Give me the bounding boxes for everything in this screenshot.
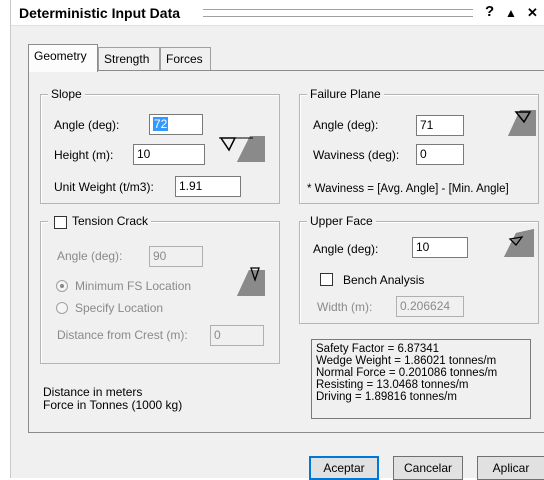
tension-distance-label: Distance from Crest (m):	[57, 328, 188, 342]
units-note: Distance in meters Force in Tonnes (1000…	[43, 386, 182, 412]
failure-plane-diagram-icon	[490, 110, 536, 136]
results-box: Safety Factor = 6.87341 Wedge Weight = 1…	[311, 339, 531, 419]
result-wedge-weight: Wedge Weight = 1.86021 tonnes/m	[316, 355, 497, 367]
bench-width-input[interactable]: 0.206624	[396, 296, 464, 317]
units-note-force: Force in Tonnes (1000 kg)	[43, 398, 183, 412]
upper-face-angle-label: Angle (deg):	[313, 242, 379, 256]
failure-plane-group: Failure Plane Angle (deg): 71 Waviness (…	[299, 87, 539, 204]
upper-face-angle-input[interactable]: 10	[412, 237, 468, 258]
slope-angle-label: Angle (deg):	[54, 118, 120, 132]
bench-analysis-checkbox[interactable]	[320, 273, 333, 286]
radio-minimum-fs-label: Minimum FS Location	[75, 279, 192, 293]
dialog-title: Deterministic Input Data	[19, 5, 181, 21]
tab-strength[interactable]: Strength	[98, 47, 160, 71]
cancel-button[interactable]: Cancelar	[393, 456, 463, 480]
dialog-window: Deterministic Input Data ? ▲ ✕ Geometry …	[10, 0, 544, 480]
radio-specify-location[interactable]	[56, 302, 68, 314]
slope-group: Slope Angle (deg): 72 Height (m): 10 Uni…	[40, 87, 280, 204]
bench-width-label: Width (m):	[317, 300, 373, 314]
slope-height-label: Height (m):	[54, 148, 114, 162]
slope-height-input[interactable]: 10	[133, 144, 205, 165]
radio-minimum-fs[interactable]	[56, 280, 68, 292]
failure-waviness-input[interactable]: 0	[416, 144, 464, 165]
upper-face-group: Upper Face Angle (deg): 10 Bench Analysi…	[299, 214, 539, 324]
apply-button[interactable]: Aplicar	[477, 456, 544, 480]
result-normal-force: Normal Force = 0.201086 tonnes/m	[316, 367, 498, 379]
tab-forces[interactable]: Forces	[160, 47, 211, 71]
title-bar-grip	[203, 9, 473, 17]
radio-specify-location-label: Specify Location	[75, 301, 164, 315]
tension-angle-input[interactable]: 90	[149, 246, 203, 267]
slope-group-title: Slope	[48, 87, 85, 101]
upper-face-diagram-icon	[488, 229, 534, 257]
accept-button[interactable]: Aceptar	[309, 456, 379, 480]
failure-waviness-label: Waviness (deg):	[313, 148, 400, 162]
tension-crack-group: Tension Crack Angle (deg): 90 Minimum FS…	[40, 214, 280, 364]
slope-unit-weight-input[interactable]: 1.91	[175, 176, 241, 197]
upper-face-group-title: Upper Face	[307, 214, 376, 228]
result-safety-factor: Safety Factor = 6.87341	[316, 343, 440, 355]
result-driving: Driving = 1.89816 tonnes/m	[316, 391, 457, 403]
waviness-note: * Waviness = [Avg. Angle] - [Min. Angle]	[307, 183, 509, 195]
result-resisting: Resisting = 13.0468 tonnes/m	[316, 379, 469, 391]
close-button[interactable]: ✕	[527, 5, 538, 21]
failure-angle-label: Angle (deg):	[313, 118, 379, 132]
tension-distance-input[interactable]: 0	[210, 325, 264, 346]
slope-unit-weight-label: Unit Weight (t/m3):	[54, 180, 154, 194]
tension-angle-label: Angle (deg):	[57, 249, 123, 263]
bench-analysis-label: Bench Analysis	[343, 273, 425, 287]
failure-plane-group-title: Failure Plane	[307, 87, 384, 101]
tension-crack-diagram-icon	[221, 267, 265, 296]
slope-diagram-icon	[217, 136, 265, 162]
title-bar[interactable]: Deterministic Input Data ? ▲ ✕	[11, 0, 544, 26]
help-button[interactable]: ?	[485, 3, 494, 20]
geometry-tab-panel: Slope Angle (deg): 72 Height (m): 10 Uni…	[28, 70, 544, 433]
collapse-button[interactable]: ▲	[505, 6, 517, 20]
tension-crack-checkbox[interactable]	[54, 216, 67, 229]
tab-geometry[interactable]: Geometry	[28, 44, 98, 72]
slope-angle-input[interactable]: 72	[149, 114, 203, 135]
failure-angle-input[interactable]: 71	[416, 115, 464, 136]
